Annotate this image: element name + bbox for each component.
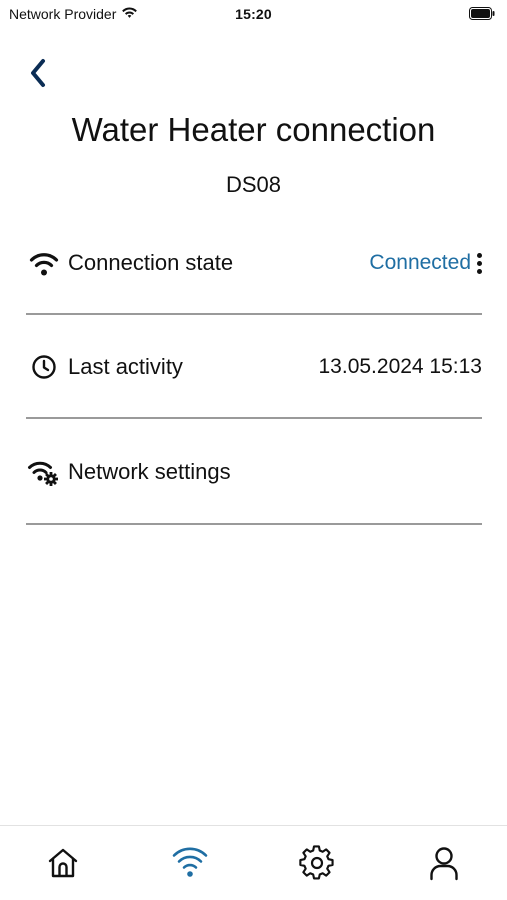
connection-state-row: Connection state Connected [26,238,482,288]
battery-icon [469,7,495,20]
tab-connection[interactable] [127,826,254,900]
kebab-dot [477,252,482,258]
wifi-icon [172,847,208,877]
divider [26,313,482,315]
last-activity-row: Last activity 13.05.2024 15:13 [26,342,482,392]
home-icon [49,848,78,878]
connection-status-text: Connected [369,251,471,274]
network-settings-label: Network settings [68,459,231,484]
status-bar: Network Provider 15:20 [0,0,507,28]
tab-home[interactable] [0,826,127,900]
back-button[interactable] [22,55,54,91]
page-title: Water Heater connection [71,111,436,148]
connection-state-label: Connection state [68,250,234,275]
last-activity-value: 13.05.2024 15:13 [318,355,483,378]
clock-icon [26,349,62,385]
status-time: 15:20 [235,6,272,22]
user-icon [429,847,458,881]
gear-icon [299,845,334,880]
connection-state-value: Connected [369,251,482,276]
more-options-button[interactable] [477,251,482,276]
wifi-settings-icon [26,454,62,490]
tab-profile[interactable] [380,826,507,900]
divider [26,523,482,525]
kebab-dot [477,268,482,274]
device-id: DS08 [225,172,282,197]
network-settings-row[interactable]: Network settings [26,447,482,497]
tab-settings[interactable] [254,826,381,900]
kebab-dot [477,260,482,266]
tab-bar [0,825,507,900]
last-activity-label: Last activity [68,354,183,379]
chevron-left-icon [31,59,45,87]
divider [26,417,482,419]
wifi-icon [26,245,62,281]
